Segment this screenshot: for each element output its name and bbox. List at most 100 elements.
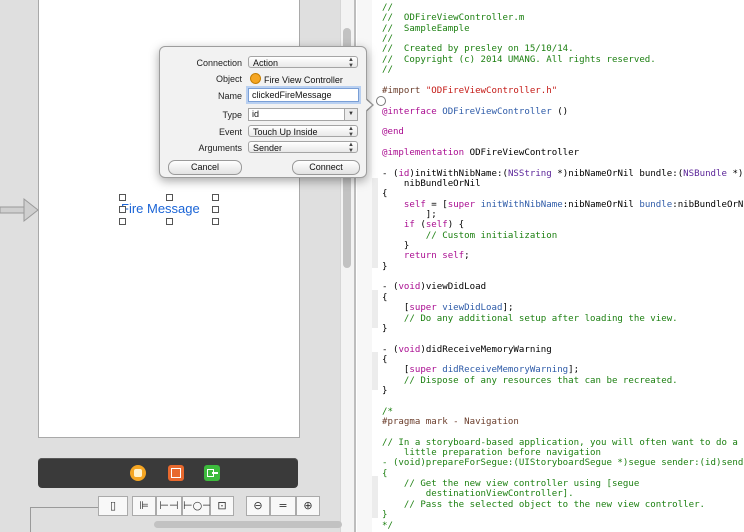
code-line[interactable]: little preparation before navigation [382, 448, 601, 458]
code-line[interactable]: } [382, 262, 387, 272]
zoom-out-icon[interactable]: ⊖ [246, 496, 270, 516]
arguments-row: Arguments Sender ▲ ▼ [160, 140, 366, 156]
code-line[interactable]: destinationViewController]. [382, 489, 574, 499]
code-fold-ribbon[interactable] [372, 178, 378, 268]
pin-icon[interactable]: ⊢⊣ [156, 496, 182, 516]
code-line[interactable]: } [382, 510, 387, 520]
code-token: *)nibNameOrNil bundle:( [551, 168, 684, 179]
code-line[interactable]: { [382, 469, 387, 479]
code-line[interactable]: @end [382, 127, 404, 137]
fire-message-label[interactable]: Fire Message [121, 201, 200, 216]
cancel-button[interactable]: Cancel [168, 160, 242, 175]
code-line[interactable]: self = [super initWithNibName:nibNameOrN… [382, 200, 744, 210]
code-line[interactable]: /* [382, 407, 393, 417]
event-row: Event Touch Up Inside ▲ ▼ [160, 124, 366, 140]
code-line[interactable]: { [382, 293, 387, 303]
object-row: Object Fire View Controller [160, 71, 366, 87]
simulated-metrics-icon[interactable]: ▯ [98, 496, 128, 516]
resize-handle[interactable] [119, 194, 126, 201]
code-line[interactable]: nibBundleOrNil [382, 179, 481, 189]
code-token: // [382, 34, 393, 45]
code-line[interactable]: #import "ODFireViewController.h" [382, 86, 557, 96]
resize-handle[interactable] [212, 218, 219, 225]
code-token: [ [382, 365, 410, 376]
code-fold-ribbon[interactable] [372, 290, 378, 328]
code-token: [ [382, 303, 410, 314]
resize-handle[interactable] [212, 194, 219, 201]
code-line[interactable]: // [382, 65, 393, 75]
type-combobox[interactable]: id ▼ [248, 108, 358, 121]
code-line[interactable]: // SampleEample [382, 24, 470, 34]
code-token: :nibNameOrNil [562, 199, 640, 210]
canvas-horizontal-scroll-thumb[interactable] [154, 521, 342, 528]
connection-select[interactable]: Action ▲ ▼ [248, 56, 358, 69]
code-token: // [382, 65, 393, 76]
code-line[interactable]: // Do any additional setup after loading… [382, 314, 678, 324]
code-line[interactable]: - (id)initWithNibName:(NSString *)nibNam… [382, 169, 743, 179]
resolve-autolayout-icon[interactable]: ⊢○⊣ [182, 496, 212, 516]
code-token: // ODFireViewController.m [382, 13, 525, 24]
name-field[interactable]: clickedFireMessage [248, 88, 359, 102]
resize-handle[interactable] [119, 206, 126, 213]
code-line[interactable]: - (void)viewDidLoad [382, 282, 486, 292]
code-line[interactable]: // [382, 34, 393, 44]
first-responder-icon[interactable] [130, 465, 146, 481]
code-line[interactable]: // Copyright (c) 2014 UMANG. All rights … [382, 55, 656, 65]
code-line[interactable]: - (void)prepareForSegue:(UIStoryboardSeg… [382, 458, 744, 468]
align-icon[interactable]: ⊫ [132, 496, 156, 516]
code-line[interactable]: [super viewDidLoad]; [382, 303, 514, 314]
code-line[interactable]: return self; [382, 251, 470, 261]
code-token: } [382, 261, 388, 272]
object-value: Fire View Controller [250, 73, 343, 85]
code-token: ]; [568, 365, 580, 376]
code-line[interactable]: // [382, 3, 393, 13]
resizing-icon[interactable]: ⊡ [210, 496, 234, 516]
code-token: ( [414, 220, 426, 231]
code-fold-ribbon[interactable] [372, 476, 378, 518]
chevron-down-icon[interactable]: ▼ [344, 109, 357, 120]
code-line[interactable]: // Get the new view controller using [se… [382, 479, 639, 489]
code-line[interactable]: { [382, 189, 387, 199]
code-line[interactable]: // Dispose of any resources that can be … [382, 376, 678, 386]
zoom-actual-icon[interactable]: = [270, 496, 296, 516]
code-line[interactable]: @implementation ODFireViewController [382, 148, 579, 158]
code-line[interactable]: [super didReceiveMemoryWarning]; [382, 365, 579, 375]
connection-row: Connection Action ▲ ▼ [160, 55, 366, 71]
resize-handle[interactable] [212, 206, 219, 213]
code-token: // [382, 3, 393, 13]
code-line[interactable]: #pragma mark - Navigation [382, 417, 519, 427]
code-line[interactable]: // Custom initialization [382, 231, 557, 241]
outlet-connection-icon[interactable] [376, 96, 386, 106]
code-line[interactable]: } [382, 324, 387, 334]
resize-handle[interactable] [119, 218, 126, 225]
resize-handle[interactable] [166, 218, 173, 225]
code-line[interactable]: @interface ODFireViewController () [382, 107, 568, 117]
code-token: initWithNibName [480, 199, 563, 210]
exit-icon[interactable] [204, 465, 220, 481]
code-line[interactable]: { [382, 355, 387, 365]
arguments-label: Arguments [198, 143, 242, 153]
arguments-select[interactable]: Sender ▲ ▼ [248, 141, 358, 154]
view-controller-icon[interactable] [168, 465, 184, 481]
code-fold-ribbon[interactable] [372, 352, 378, 390]
code-line[interactable]: // Created by presley on 15/10/14. [382, 44, 574, 54]
code-token: #pragma mark - Navigation [382, 417, 519, 427]
segue-arrow-icon[interactable] [0, 196, 40, 224]
connect-button[interactable]: Connect [292, 160, 360, 175]
code-line[interactable]: ]; [382, 210, 437, 220]
code-token: // Do any additional setup after loading… [382, 313, 678, 324]
code-line[interactable]: } [382, 241, 409, 251]
code-line[interactable]: if (self) { [382, 220, 464, 230]
code-line[interactable]: // In a storyboard-based application, yo… [382, 438, 738, 448]
event-select[interactable]: Touch Up Inside ▲ ▼ [248, 125, 358, 138]
code-line[interactable]: } [382, 386, 387, 396]
code-token: destinationViewController]. [382, 489, 574, 500]
resize-handle[interactable] [166, 194, 173, 201]
arguments-value: Sender [253, 143, 283, 153]
code-token: { [382, 468, 388, 479]
code-line[interactable]: */ [382, 521, 393, 531]
code-line[interactable]: // ODFireViewController.m [382, 13, 524, 23]
code-line[interactable]: - (void)didReceiveMemoryWarning [382, 345, 552, 355]
code-line[interactable]: // Pass the selected object to the new v… [382, 500, 705, 510]
zoom-in-icon[interactable]: ⊕ [296, 496, 320, 516]
